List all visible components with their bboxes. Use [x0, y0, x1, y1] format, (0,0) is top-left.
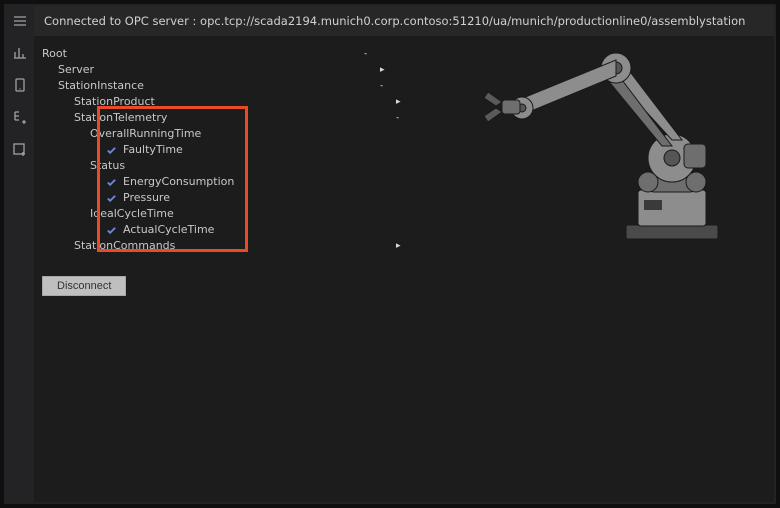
expand-icon[interactable]: ▸	[396, 238, 401, 254]
unexpanded-indicator: -	[396, 110, 399, 126]
expand-icon[interactable]: ▸	[396, 94, 401, 110]
tree-label: ActualCycleTime	[123, 222, 214, 238]
tablet-icon[interactable]	[11, 76, 29, 94]
tree-node-pressure[interactable]: Pressure	[42, 190, 426, 206]
checkmark-icon	[106, 177, 117, 188]
tree-label: StationCommands	[74, 239, 175, 252]
tree-label: IdealCycleTime	[90, 207, 174, 220]
checkmark-icon	[106, 193, 117, 204]
tree-label: StationInstance	[58, 79, 144, 92]
tree-label: StationProduct	[74, 95, 155, 108]
tree-node-overall-running[interactable]: OverallRunningTime	[42, 126, 426, 142]
content-area: Root - Server ▸ StationInstance -	[34, 36, 774, 502]
tree-label: Status	[90, 159, 125, 172]
tree-node-station-product[interactable]: StationProduct ▸	[42, 94, 426, 110]
main-panel: Connected to OPC server : opc.tcp://scad…	[34, 6, 774, 502]
robot-arm-icon	[466, 40, 746, 250]
tree-node-root[interactable]: Root -	[42, 46, 426, 62]
tree-node-station-commands[interactable]: StationCommands ▸	[42, 238, 426, 254]
opc-tree: Root - Server ▸ StationInstance -	[42, 46, 426, 502]
unexpanded-indicator: -	[364, 46, 367, 62]
robot-illustration-panel	[446, 46, 766, 502]
tree-node-actual-cycle[interactable]: ActualCycleTime	[42, 222, 426, 238]
checkmark-icon	[106, 145, 117, 156]
tree-node-station-telemetry[interactable]: StationTelemetry -	[42, 110, 426, 126]
tree-label: Pressure	[123, 190, 170, 206]
expand-icon[interactable]: ▸	[380, 62, 385, 78]
tree-node-status[interactable]: Status	[42, 158, 426, 174]
disconnect-container: Disconnect	[42, 276, 126, 296]
add-icon[interactable]	[11, 140, 29, 158]
connection-header: Connected to OPC server : opc.tcp://scad…	[34, 6, 774, 36]
disconnect-button[interactable]: Disconnect	[42, 276, 126, 296]
tree-label: OverallRunningTime	[90, 127, 201, 140]
tree-node-faulty-time[interactable]: FaultyTime	[42, 142, 426, 158]
connection-status-text: Connected to OPC server : opc.tcp://scad…	[44, 14, 745, 28]
checkmark-icon	[106, 225, 117, 236]
tree-node-station-instance[interactable]: StationInstance -	[42, 78, 426, 94]
unexpanded-indicator: -	[380, 78, 383, 94]
tree-label: FaultyTime	[123, 142, 183, 158]
tree-node-energy[interactable]: EnergyConsumption	[42, 174, 426, 190]
hamburger-icon[interactable]	[11, 12, 29, 30]
tree-node-ideal-cycle[interactable]: IdealCycleTime	[42, 206, 426, 222]
tree-node-server[interactable]: Server ▸	[42, 62, 426, 78]
tree-label: EnergyConsumption	[123, 174, 234, 190]
sidebar-rail	[6, 6, 34, 502]
tree-add-icon[interactable]	[11, 108, 29, 126]
app-frame: Connected to OPC server : opc.tcp://scad…	[4, 4, 776, 504]
chart-icon[interactable]	[11, 44, 29, 62]
tree-label: Root	[42, 47, 67, 60]
tree-label: Server	[58, 63, 94, 76]
tree-label: StationTelemetry	[74, 111, 167, 124]
